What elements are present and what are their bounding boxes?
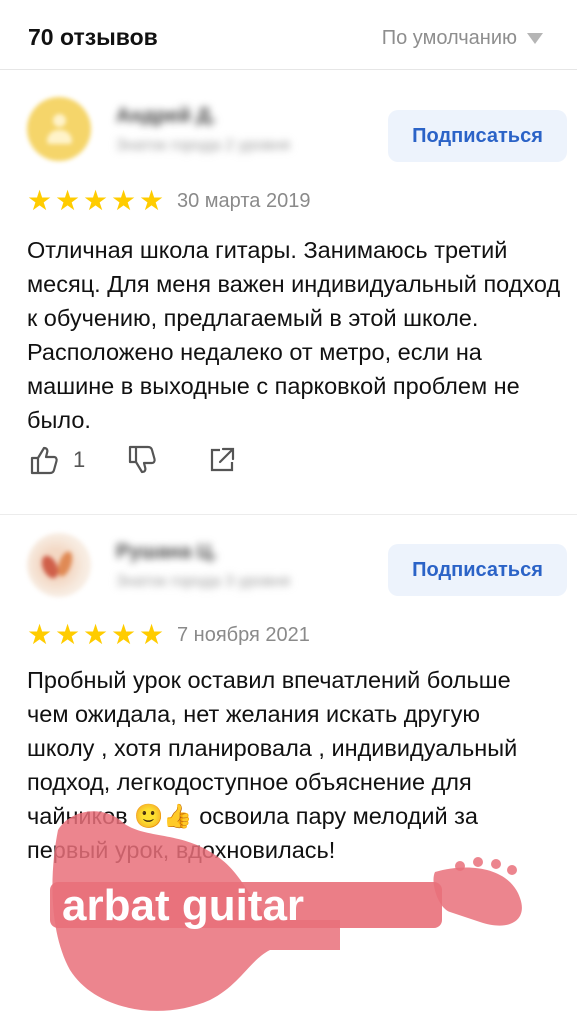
- author-name[interactable]: Андрей Д.: [116, 105, 216, 128]
- review-text: Пробный урок оставил впечатлений больше …: [27, 667, 518, 863]
- review-date: 7 ноября 2021: [177, 623, 310, 646]
- author-level: Знаток города 2 уровня: [116, 137, 291, 154]
- star-icon: ★: [139, 619, 165, 650]
- chevron-down-icon: [527, 33, 543, 44]
- review-date: 30 марта 2019: [177, 189, 311, 212]
- star-rating: ★ ★ ★ ★ ★: [27, 619, 165, 650]
- like-count: 1: [73, 447, 86, 472]
- star-icon: ★: [111, 619, 137, 650]
- sort-label: По умолчанию: [381, 27, 517, 49]
- star-icon: ★: [83, 185, 109, 216]
- thumbs-down-icon[interactable]: [125, 443, 159, 477]
- review-text: Отличная школа гитары. Занимаюсь третий …: [27, 237, 561, 433]
- thumbs-up-icon[interactable]: [27, 443, 61, 477]
- star-icon: ★: [27, 619, 53, 650]
- reviews-header: 70 отзывов По умолчанию: [0, 0, 577, 70]
- author-level: Знаток города 3 уровня: [116, 573, 291, 590]
- avatar[interactable]: [27, 533, 91, 597]
- star-icon: ★: [139, 185, 165, 216]
- reviews-count: 70 отзывов: [28, 24, 158, 50]
- star-rating: ★ ★ ★ ★ ★: [27, 185, 165, 216]
- subscribe-button[interactable]: Подписаться: [388, 544, 567, 596]
- rating-row: ★ ★ ★ ★ ★ 7 ноября 2021: [27, 619, 310, 650]
- author-name[interactable]: Рушана Ц.: [116, 541, 217, 564]
- share-icon[interactable]: [205, 443, 239, 477]
- star-icon: ★: [55, 619, 81, 650]
- divider: [0, 514, 577, 515]
- review-actions: 1: [27, 443, 239, 477]
- avatar[interactable]: [27, 97, 91, 161]
- star-icon: ★: [83, 619, 109, 650]
- star-icon: ★: [27, 185, 53, 216]
- review-card: Рушана Ц. Знаток города 3 уровня Подписа…: [0, 533, 577, 893]
- rating-row: ★ ★ ★ ★ ★ 30 марта 2019: [27, 185, 311, 216]
- star-icon: ★: [55, 185, 81, 216]
- review-card: Андрей Д. Знаток города 2 уровня Подписа…: [0, 97, 577, 517]
- star-icon: ★: [111, 185, 137, 216]
- subscribe-button[interactable]: Подписаться: [388, 110, 567, 162]
- sort-dropdown[interactable]: По умолчанию: [382, 27, 543, 50]
